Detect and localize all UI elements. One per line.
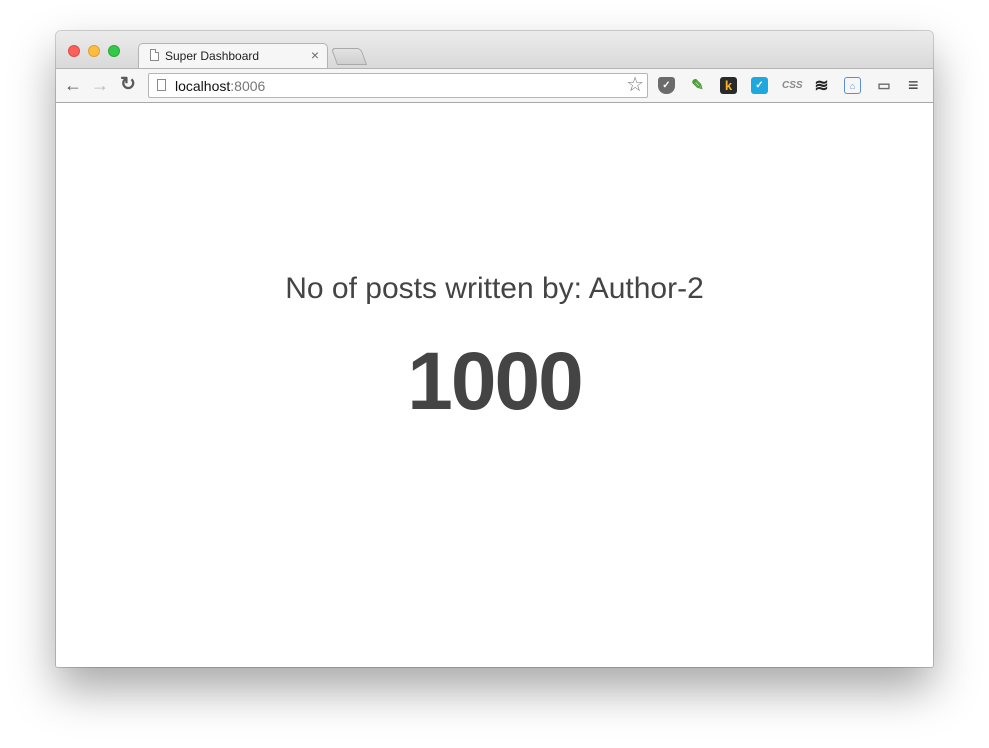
reload-icon[interactable]: ↻	[120, 75, 136, 95]
posts-count: 1000	[407, 336, 583, 427]
folder-extension-icon[interactable]: ⌂	[844, 77, 861, 94]
tab-title: Super Dashboard	[165, 49, 260, 63]
browser-window: Super Dashboard × ← → ↻ localhost:8006 ☆…	[56, 31, 933, 667]
page-content: No of posts written by: Author-2 1000	[56, 103, 933, 667]
window-minimize-button[interactable]	[88, 45, 100, 57]
new-tab-button[interactable]	[330, 48, 368, 65]
forward-arrow-icon[interactable]: →	[91, 75, 109, 95]
window-maximize-button[interactable]	[108, 45, 120, 57]
url-host: localhost	[175, 78, 231, 94]
window-close-button[interactable]	[68, 45, 80, 57]
page-icon	[157, 79, 166, 91]
bookmark-star-icon[interactable]: ☆	[626, 74, 644, 96]
checkmark-extension-icon[interactable]: ✓	[751, 77, 768, 94]
browser-toolbar: ← → ↻ localhost:8006 ☆ ✓ ✎ k ✓ CSS ≋ ⌂ ▭…	[56, 68, 933, 103]
address-bar[interactable]: localhost:8006 ☆	[148, 73, 648, 98]
buffer-icon[interactable]: ≋	[813, 77, 830, 94]
title-bar: Super Dashboard ×	[56, 31, 933, 69]
url-port: :8006	[230, 78, 266, 94]
cast-icon[interactable]: ▭	[874, 77, 894, 94]
tab-super-dashboard[interactable]: Super Dashboard ×	[138, 43, 328, 69]
menu-icon[interactable]: ≡	[908, 76, 919, 94]
page-favicon-icon	[150, 49, 159, 61]
url-text[interactable]: localhost:8006	[175, 78, 265, 94]
pocket-icon[interactable]: ✓	[658, 77, 675, 94]
back-arrow-icon[interactable]: ←	[64, 75, 82, 95]
k-extension-icon[interactable]: k	[720, 77, 737, 94]
evernote-clipper-icon[interactable]: ✎	[689, 77, 706, 94]
posts-label: No of posts written by: Author-2	[285, 272, 704, 305]
css-extension-icon[interactable]: CSS	[782, 77, 803, 94]
tab-close-icon[interactable]: ×	[311, 47, 319, 63]
